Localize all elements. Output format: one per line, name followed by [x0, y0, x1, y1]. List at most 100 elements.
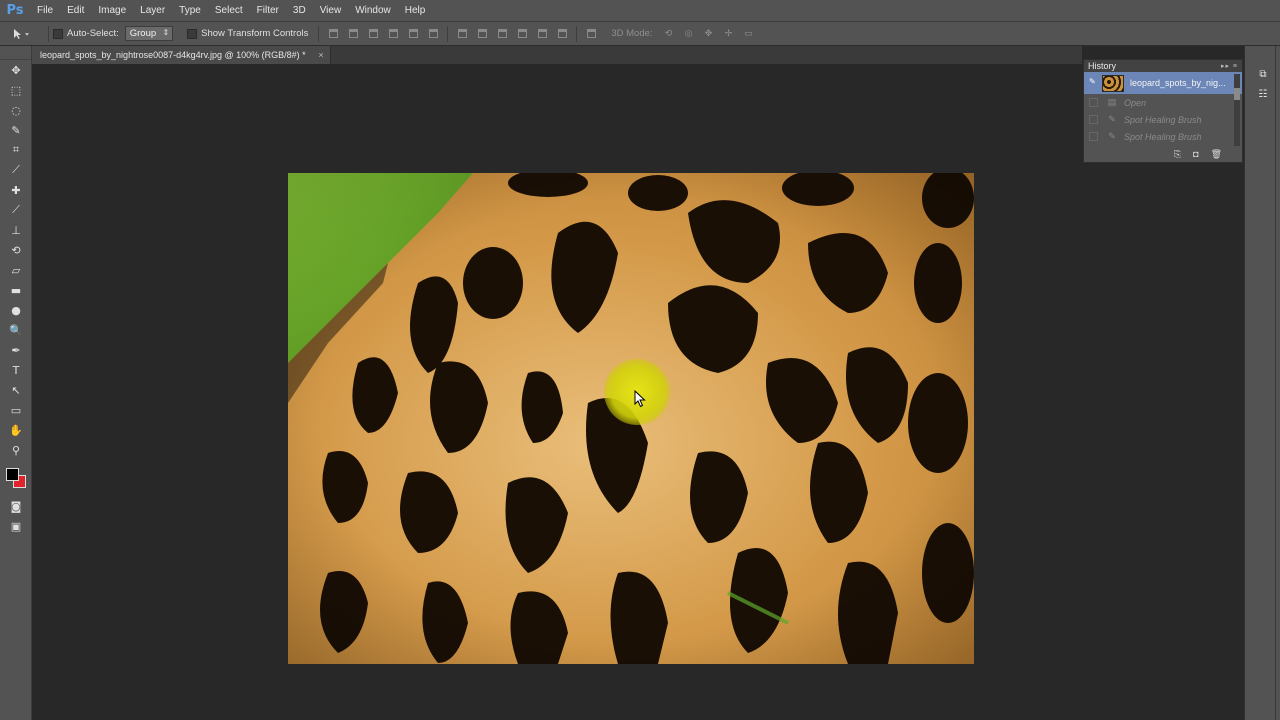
distribute-bottom-icon[interactable] — [495, 27, 509, 41]
history-source-box[interactable] — [1089, 115, 1098, 124]
3d-scale-icon[interactable]: ▭ — [742, 27, 756, 41]
properties-panel-icon[interactable]: ☷ — [1252, 86, 1274, 102]
document-tab-title: leopard_spots_by_nightrose0087-d4kg4rv.j… — [40, 50, 306, 60]
hand-tool-icon[interactable]: ✋ — [0, 420, 32, 440]
eyedropper-tool-icon[interactable]: ⟋ — [0, 160, 32, 180]
history-state[interactable]: ▤ Open — [1084, 94, 1242, 111]
dodge-tool-icon[interactable]: 🔍 — [0, 320, 32, 340]
document-tab[interactable]: leopard_spots_by_nightrose0087-d4kg4rv.j… — [32, 46, 331, 64]
history-panel-header: History ▸▸ ≡ — [1084, 60, 1242, 72]
shape-tool-icon[interactable]: ▭ — [0, 400, 32, 420]
eraser-tool-icon[interactable]: ▱ — [0, 260, 32, 280]
auto-select-label: Auto-Select: — [67, 28, 119, 39]
history-panel: History ▸▸ ≡ ✎ leopard_spots_by_nig... ▤… — [1083, 59, 1243, 163]
foreground-color-swatch[interactable] — [6, 468, 19, 481]
open-document-icon: ▤ — [1107, 97, 1117, 107]
auto-select-dropdown[interactable]: Group ⇕ — [124, 26, 174, 41]
options-bar: Auto-Select: Group ⇕ Show Transform Cont… — [0, 22, 1280, 46]
lasso-tool-icon[interactable]: ◌ — [0, 100, 32, 120]
marquee-tool-icon[interactable]: ⬚ — [0, 80, 32, 100]
align-top-icon[interactable] — [326, 27, 340, 41]
history-state[interactable]: ✎ Spot Healing Brush — [1084, 128, 1242, 145]
pen-tool-icon[interactable]: ✒ — [0, 340, 32, 360]
brush-tool-icon[interactable]: ⟋ — [0, 200, 32, 220]
menu-bar: Ps File Edit Image Layer Type Select Filter 3D V… — [0, 0, 1280, 22]
history-state[interactable]: ✎ Spot Healing Brush — [1084, 111, 1242, 128]
menu-help[interactable]: Help — [398, 0, 433, 22]
move-tool-icon[interactable]: ✥ — [0, 60, 32, 80]
distribute-vcenter-icon[interactable] — [475, 27, 489, 41]
blur-tool-icon[interactable]: ● — [0, 300, 32, 320]
history-snapshot[interactable]: ✎ leopard_spots_by_nig... — [1084, 72, 1242, 94]
dropdown-arrow-icon: ⇕ — [162, 28, 170, 37]
menu-filter[interactable]: Filter — [250, 0, 286, 22]
history-snapshot-name: leopard_spots_by_nig... — [1130, 78, 1226, 88]
quick-mask-icon[interactable]: ◙ — [0, 496, 32, 516]
new-document-from-state-icon[interactable]: ⎘ — [1174, 149, 1181, 160]
history-source-box[interactable] — [1089, 98, 1098, 107]
photoshop-logo: Ps — [6, 3, 24, 18]
spot-healing-tool-icon[interactable]: ✚ — [0, 180, 32, 200]
color-swatches — [0, 460, 32, 496]
menu-view[interactable]: View — [313, 0, 349, 22]
crop-tool-icon[interactable]: ⌗ — [0, 140, 32, 160]
document-tab-bar: leopard_spots_by_nightrose0087-d4kg4rv.j… — [32, 46, 1082, 64]
close-tab-icon[interactable]: × — [318, 46, 323, 64]
history-source-box[interactable] — [1089, 132, 1098, 141]
menu-edit[interactable]: Edit — [60, 0, 91, 22]
history-brush-tool-icon[interactable]: ⟲ — [0, 240, 32, 260]
history-panel-title[interactable]: History — [1088, 61, 1116, 71]
dock-divider — [1275, 46, 1276, 720]
history-source-brush-icon[interactable]: ✎ — [1089, 77, 1098, 86]
3d-roll-icon[interactable]: ◎ — [682, 27, 696, 41]
panel-menu-icon[interactable]: ▸▸ ≡ — [1221, 62, 1238, 70]
align-bottom-icon[interactable] — [366, 27, 380, 41]
show-transform-label: Show Transform Controls — [201, 28, 309, 39]
distribute-hcenter-icon[interactable] — [535, 27, 549, 41]
auto-align-icon[interactable] — [584, 27, 598, 41]
move-tool-preset-icon[interactable] — [0, 28, 44, 40]
history-state-label: Spot Healing Brush — [1124, 114, 1202, 125]
menu-type[interactable]: Type — [172, 0, 208, 22]
history-panel-footer: ⎘ ◘ 🗑 — [1084, 146, 1242, 162]
3d-mode-label: 3D Mode: — [611, 28, 653, 39]
auto-select-value: Group — [129, 28, 157, 39]
spot-healing-brush-icon: ✎ — [1108, 114, 1116, 124]
align-vcenter-icon[interactable] — [346, 27, 360, 41]
distribute-right-icon[interactable] — [555, 27, 569, 41]
zoom-tool-icon[interactable]: ⚲ — [0, 440, 32, 460]
menu-3d[interactable]: 3D — [286, 0, 313, 22]
distribute-left-icon[interactable] — [515, 27, 529, 41]
menu-select[interactable]: Select — [208, 0, 250, 22]
type-tool-icon[interactable]: T — [0, 360, 32, 380]
tools-panel: ✥ ⬚ ◌ ✎ ⌗ ⟋ ✚ ⟋ ⊥ ⟲ ▱ ▬ ● 🔍 ✒ T ↖ ▭ ✋ ⚲ ◙ ▣ — [0, 46, 32, 720]
align-right-icon[interactable] — [426, 27, 440, 41]
quick-select-tool-icon[interactable]: ✎ — [0, 120, 32, 140]
auto-select-checkbox[interactable] — [53, 28, 63, 39]
clone-stamp-tool-icon[interactable]: ⊥ — [0, 220, 32, 240]
spot-healing-brush-icon: ✎ — [1108, 131, 1116, 141]
history-state-label: Open — [1124, 97, 1147, 108]
menu-file[interactable]: File — [30, 0, 60, 22]
right-panel-dock: ⧉ ☷ — [1244, 46, 1280, 720]
separator — [48, 25, 49, 42]
history-scrollbar[interactable] — [1234, 74, 1240, 146]
3d-rotate-icon[interactable]: ⟲ — [662, 27, 676, 41]
menu-layer[interactable]: Layer — [133, 0, 172, 22]
mouse-pointer-icon — [634, 390, 646, 408]
align-hcenter-icon[interactable] — [406, 27, 420, 41]
gradient-tool-icon[interactable]: ▬ — [0, 280, 32, 300]
history-panel-icon[interactable]: ⧉ — [1252, 66, 1274, 82]
menu-image[interactable]: Image — [91, 0, 133, 22]
path-select-tool-icon[interactable]: ↖ — [0, 380, 32, 400]
delete-state-icon[interactable]: 🗑 — [1211, 149, 1222, 160]
new-snapshot-icon[interactable]: ◘ — [1193, 149, 1198, 159]
separator — [576, 25, 578, 42]
3d-slide-icon[interactable]: ✢ — [722, 27, 736, 41]
3d-drag-icon[interactable]: ✥ — [702, 27, 716, 41]
show-transform-checkbox[interactable] — [187, 28, 198, 39]
menu-window[interactable]: Window — [348, 0, 398, 22]
distribute-top-icon[interactable] — [455, 27, 469, 41]
align-left-icon[interactable] — [386, 27, 400, 41]
screen-mode-icon[interactable]: ▣ — [0, 516, 32, 536]
